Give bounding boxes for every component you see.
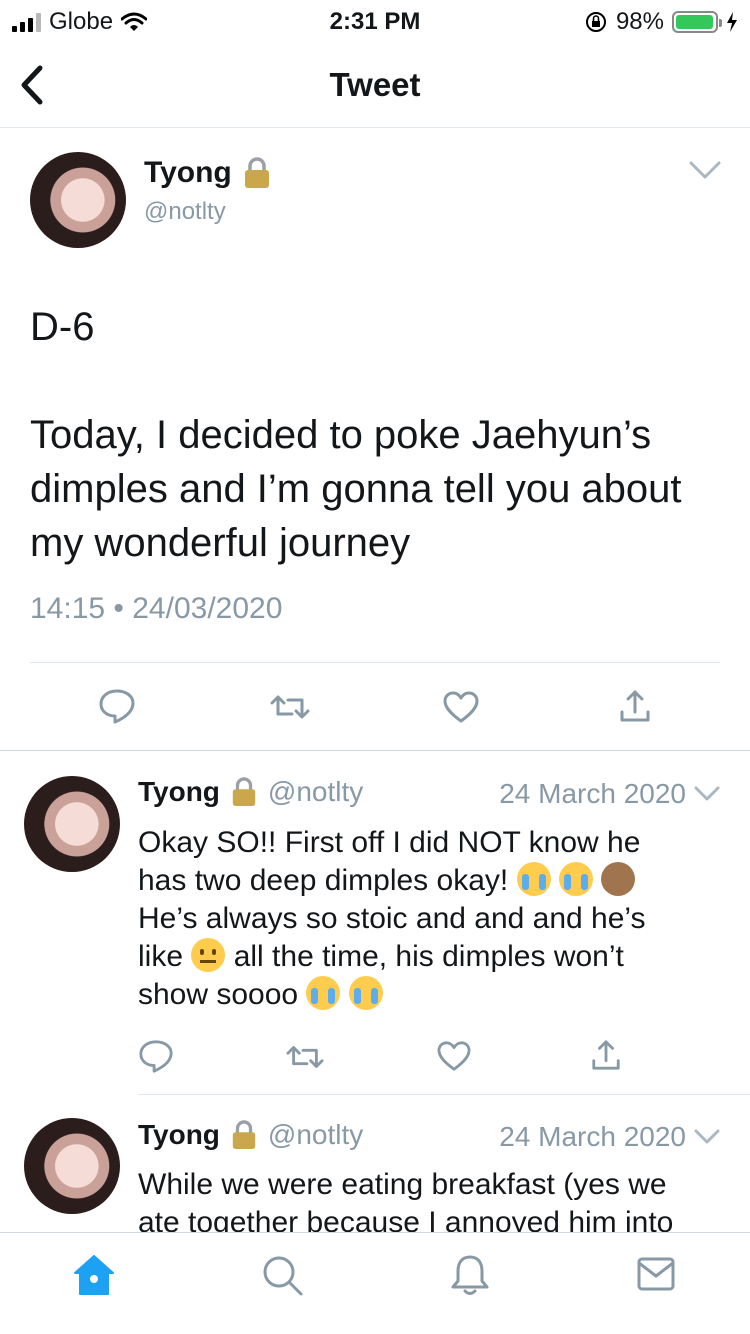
- author-handle[interactable]: @notlty: [144, 198, 226, 226]
- retweet-icon[interactable]: [286, 1042, 324, 1072]
- tweet-timestamp[interactable]: 14:15 • 24/03/2020: [30, 592, 282, 626]
- reply-text-line: While we were eating breakfast (yes we: [138, 1168, 667, 1201]
- battery-area: 98%: [584, 8, 738, 36]
- crying-face-icon: [348, 976, 383, 1010]
- divider: [30, 662, 720, 663]
- avatar[interactable]: [24, 1118, 120, 1214]
- author-handle[interactable]: @notlty: [268, 776, 363, 808]
- crying-face-icon: [516, 862, 551, 896]
- share-icon[interactable]: [590, 1038, 622, 1072]
- bell-icon[interactable]: [450, 1253, 490, 1297]
- divider: [138, 1094, 750, 1095]
- reply-text-segment: like: [138, 940, 184, 973]
- lock-icon: [244, 157, 269, 188]
- tab-bar: [0, 1232, 750, 1334]
- share-icon[interactable]: [618, 688, 652, 724]
- reply-text-line: like all the time, his dimples won’t: [138, 938, 728, 976]
- see-no-evil-monkey-icon: [601, 862, 636, 896]
- reply-header[interactable]: Tyong @notlty: [138, 776, 363, 808]
- author-name-row[interactable]: Tyong: [144, 156, 272, 190]
- battery-icon: [672, 11, 722, 33]
- heart-icon[interactable]: [442, 690, 480, 724]
- author-name[interactable]: Tyong: [144, 156, 232, 190]
- avatar[interactable]: [30, 152, 126, 248]
- author-name[interactable]: Tyong: [138, 1119, 220, 1151]
- tweet-text-line: D-6: [30, 305, 95, 349]
- reply-text: While we were eating breakfast (yes we a…: [138, 1166, 728, 1242]
- tweet-text-line: dimples and I’m gonna tell you about: [30, 467, 682, 511]
- tweet-text-line: Today, I decided to poke Jaehyun’s: [30, 413, 652, 457]
- reply-text-line: show soooo: [138, 976, 728, 1014]
- reply-text-line: He’s always so stoic and and and he’s: [138, 902, 646, 935]
- status-bar: Globe 2:31 PM 98%: [0, 0, 750, 42]
- heart-icon[interactable]: [436, 1040, 472, 1072]
- neutral-face-icon: [191, 938, 226, 972]
- chevron-down-icon[interactable]: [694, 785, 720, 803]
- reply-text-segment: all the time, his dimples won’t: [233, 940, 624, 973]
- avatar[interactable]: [24, 776, 120, 872]
- reply-date: 24 March 2020: [499, 778, 686, 809]
- charging-icon: [727, 12, 737, 32]
- lock-icon: [232, 1120, 256, 1149]
- reply-icon[interactable]: [138, 1038, 174, 1074]
- author-name[interactable]: Tyong: [138, 776, 220, 808]
- tweet-text-line: [30, 354, 730, 408]
- search-icon[interactable]: [260, 1253, 304, 1297]
- crying-face-icon: [306, 976, 341, 1010]
- page-title: Tweet: [329, 66, 421, 103]
- reply-text: Okay SO!! First off I did NOT know he ha…: [138, 824, 728, 1014]
- reply-header[interactable]: Tyong @notlty: [138, 1119, 363, 1151]
- reply-text-line: has two deep dimples okay!: [138, 862, 728, 900]
- retweet-icon[interactable]: [270, 692, 310, 722]
- reply-date-row: 24 March 2020: [499, 1121, 720, 1153]
- battery-percent: 98%: [615, 8, 664, 35]
- lock-icon: [232, 777, 256, 806]
- rotation-lock-icon: [585, 12, 606, 32]
- reply-text-line: Okay SO!! First off I did NOT know he: [138, 826, 641, 859]
- tweet-text: D-6 Today, I decided to poke Jaehyun’s d…: [30, 300, 730, 570]
- chevron-down-icon[interactable]: [694, 1128, 720, 1146]
- tweet-text-line: my wonderful journey: [30, 521, 411, 565]
- reply-text-segment: show soooo: [138, 978, 299, 1011]
- reply-date: 24 March 2020: [499, 1121, 686, 1152]
- navigation-bar: Tweet: [0, 42, 750, 128]
- reply-icon[interactable]: [98, 688, 136, 724]
- crying-face-icon: [558, 862, 593, 896]
- chevron-down-icon[interactable]: [688, 158, 722, 182]
- divider: [0, 750, 750, 751]
- reply-date-row: 24 March 2020: [499, 778, 720, 810]
- author-handle[interactable]: @notlty: [268, 1119, 363, 1151]
- reply-text-segment: has two deep dimples okay!: [138, 864, 509, 897]
- mail-icon[interactable]: [636, 1255, 676, 1293]
- home-icon[interactable]: [72, 1253, 116, 1297]
